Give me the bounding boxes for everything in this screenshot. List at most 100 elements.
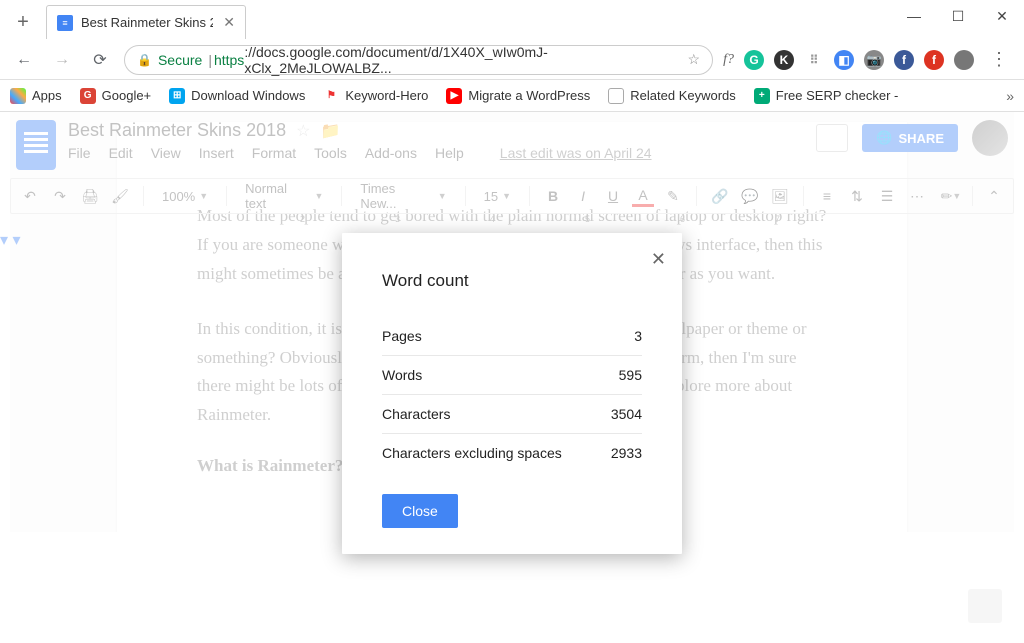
tab-close-icon[interactable]: ✕ [223,14,235,31]
bookmark-star-icon[interactable]: ☆ [688,51,701,68]
ruler: 2 3 4 5 6 7 [10,214,1014,230]
indent-marker-right-icon[interactable]: ▾ [12,232,20,249]
bookmark-keyword-hero[interactable]: ⚑Keyword-Hero [323,88,428,104]
align-button[interactable]: ≡ [816,185,838,207]
stat-label: Pages [382,328,422,344]
address-bar: ← → ⟳ 🔒 Secure | https://docs.google.com… [0,40,1024,80]
tab-title: Best Rainmeter Skins 201 [81,15,213,30]
url-path: ://docs.google.com/document/d/1X40X_wIw0… [244,44,687,76]
minimize-button[interactable]: — [892,0,936,32]
new-tab-button[interactable]: + [8,7,38,37]
stat-label: Words [382,367,422,383]
share-button[interactable]: 🌐SHARE [862,124,958,152]
docs-header: Best Rainmeter Skins 2018 ☆ 📁 File Edit … [0,112,1024,170]
close-icon[interactable]: ✕ [651,249,666,270]
bold-button[interactable]: B [542,185,564,207]
stat-label: Characters excluding spaces [382,445,562,461]
font-size-select[interactable]: 15▼ [478,187,517,206]
docs-logo-icon[interactable] [16,120,56,170]
browser-tab-bar: + ≡ Best Rainmeter Skins 201 ✕ [0,0,1024,40]
ext-k-icon[interactable]: K [774,50,794,70]
stat-row-words: Words 595 [382,356,642,395]
text-color-button[interactable]: A [632,185,654,207]
stat-row-pages: Pages 3 [382,317,642,356]
word-count-dialog: ✕ Word count Pages 3 Words 595 Character… [342,233,682,554]
menu-edit[interactable]: Edit [109,145,133,161]
line-spacing-button[interactable]: ⇅ [846,185,868,207]
account-avatar[interactable] [972,120,1008,156]
underline-button[interactable]: U [602,185,624,207]
highlight-button[interactable]: ✎ [662,185,684,207]
redo-button[interactable]: ↷ [49,185,71,207]
bookmark-google-plus[interactable]: GGoogle+ [80,88,152,104]
italic-button[interactable]: I [572,185,594,207]
gplus-icon: G [80,88,96,104]
link-button[interactable]: 🔗 [709,185,731,207]
dialog-title: Word count [382,271,642,291]
bookmark-apps[interactable]: Apps [10,88,62,104]
indent-marker-icon[interactable]: ▾ [0,232,8,249]
serp-icon: + [754,88,770,104]
apps-icon [10,88,26,104]
stat-row-characters-no-spaces: Characters excluding spaces 2933 [382,434,642,472]
forward-button[interactable]: → [48,46,76,74]
bookmark-download-windows[interactable]: ⊞Download Windows [169,88,305,104]
style-select[interactable]: Normal text▼ [239,179,329,213]
more-button[interactable]: ⋯ [906,185,928,207]
last-edit-link[interactable]: Last edit was on April 24 [500,145,652,161]
comments-icon[interactable] [816,124,848,152]
explore-button[interactable] [968,589,1002,623]
ext-blue-icon[interactable]: ◧ [834,50,854,70]
star-icon[interactable]: ☆ [296,121,310,141]
menu-view[interactable]: View [151,145,181,161]
url-input[interactable]: 🔒 Secure | https://docs.google.com/docum… [124,45,713,75]
menu-help[interactable]: Help [435,145,464,161]
close-window-button[interactable]: ✕ [980,0,1024,32]
document-title[interactable]: Best Rainmeter Skins 2018 [68,120,286,141]
print-button[interactable]: 🖨 [79,185,101,207]
reload-button[interactable]: ⟳ [86,46,114,74]
ext-f-red-icon[interactable]: f [924,50,944,70]
profile-avatar-icon[interactable] [954,50,974,70]
windows-icon: ⊞ [169,88,185,104]
bookmark-migrate-wordpress[interactable]: ▶Migrate a WordPress [446,88,590,104]
menu-file[interactable]: File [68,145,91,161]
comment-button[interactable]: 💬 [739,185,761,207]
stat-label: Characters [382,406,450,422]
close-button[interactable]: Close [382,494,458,528]
bookmark-overflow-icon[interactable]: » [1006,88,1014,104]
bookmark-related-keywords[interactable]: Related Keywords [608,88,736,104]
browser-tab[interactable]: ≡ Best Rainmeter Skins 201 ✕ [46,5,246,39]
keyword-icon: ⚑ [323,88,339,104]
back-button[interactable]: ← [10,46,38,74]
menu-insert[interactable]: Insert [199,145,234,161]
expand-button[interactable]: ⌃ [983,185,1005,207]
maximize-button[interactable]: ☐ [936,0,980,32]
docs-title-block: Best Rainmeter Skins 2018 ☆ 📁 File Edit … [68,120,652,161]
bookmark-bar: Apps GGoogle+ ⊞Download Windows ⚑Keyword… [0,80,1024,112]
menu-addons[interactable]: Add-ons [365,145,417,161]
image-button[interactable]: 🖼 [769,185,791,207]
stat-value: 2933 [611,445,642,461]
youtube-icon: ▶ [446,88,462,104]
undo-button[interactable]: ↶ [19,185,41,207]
ext-dots-icon[interactable]: ⠿ [804,50,824,70]
chrome-menu-button[interactable]: ⋮ [984,49,1014,70]
ext-facebook-icon[interactable]: f [894,50,914,70]
docs-toolbar: ↶ ↷ 🖨 🖌 100%▼ Normal text▼ Times New...▼… [10,178,1014,214]
menu-format[interactable]: Format [252,145,296,161]
editing-mode-button[interactable]: ✏ ▼ [940,185,962,207]
bookmark-serp-checker[interactable]: +Free SERP checker - [754,88,899,104]
ext-camera-icon[interactable]: 📷 [864,50,884,70]
list-button[interactable]: ☰ [876,185,898,207]
doc-icon [608,88,624,104]
stat-value: 595 [619,367,642,383]
font-select[interactable]: Times New...▼ [354,179,452,213]
url-separator: | [208,52,212,68]
menu-tools[interactable]: Tools [314,145,347,161]
ext-grammarly-icon[interactable]: G [744,50,764,70]
paint-format-button[interactable]: 🖌 [109,185,131,207]
ext-whatfont-icon[interactable]: f? [723,52,734,68]
folder-icon[interactable]: 📁 [320,121,340,141]
zoom-select[interactable]: 100%▼ [156,187,214,206]
